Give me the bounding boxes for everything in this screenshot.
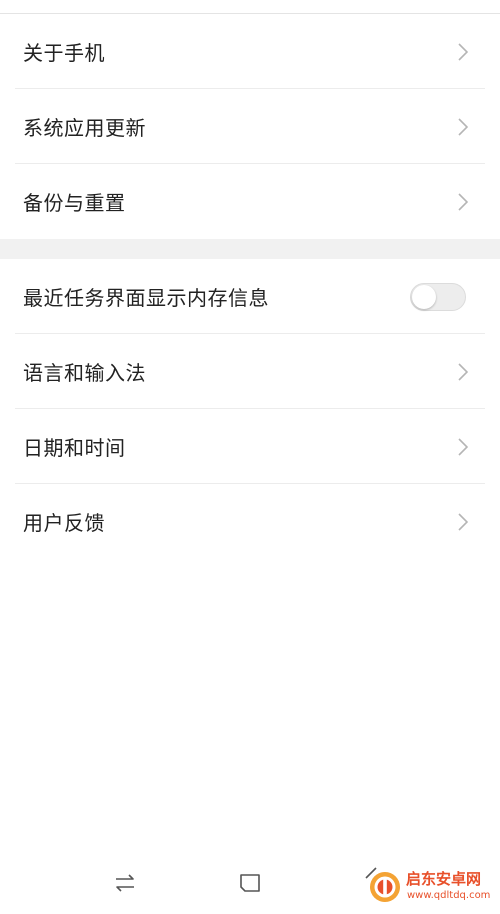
settings-item-language-input[interactable]: 语言和输入法 bbox=[0, 334, 500, 409]
chevron-right-icon bbox=[458, 42, 468, 61]
settings-item-date-time[interactable]: 日期和时间 bbox=[0, 409, 500, 484]
settings-group-system: 最近任务界面显示内存信息 语言和输入法 日期和时间 用户反馈 bbox=[0, 259, 500, 559]
home-icon[interactable] bbox=[237, 870, 263, 896]
settings-item-label: 备份与重置 bbox=[23, 191, 126, 215]
settings-item-user-feedback[interactable]: 用户反馈 bbox=[0, 484, 500, 559]
chevron-right-icon bbox=[458, 192, 468, 211]
watermark-title: 启东安卓网 bbox=[406, 870, 482, 888]
settings-item-label: 关于手机 bbox=[23, 41, 105, 65]
settings-group-device: 关于手机 系统应用更新 备份与重置 bbox=[0, 14, 500, 239]
settings-item-show-memory-info[interactable]: 最近任务界面显示内存信息 bbox=[0, 259, 500, 334]
watermark: 启东安卓网 www.qdltdq.com bbox=[368, 866, 496, 908]
settings-item-label: 语言和输入法 bbox=[23, 361, 146, 385]
settings-item-label: 用户反馈 bbox=[23, 511, 105, 535]
settings-item-system-app-update[interactable]: 系统应用更新 bbox=[0, 89, 500, 164]
settings-item-label: 系统应用更新 bbox=[23, 116, 146, 140]
chevron-right-icon bbox=[458, 362, 468, 381]
settings-item-backup-reset[interactable]: 备份与重置 bbox=[0, 164, 500, 239]
chevron-right-icon bbox=[458, 117, 468, 136]
watermark-logo-icon bbox=[370, 872, 400, 902]
chevron-right-icon bbox=[458, 512, 468, 531]
toggle-knob bbox=[412, 284, 436, 309]
settings-item-label: 最近任务界面显示内存信息 bbox=[23, 286, 269, 310]
switch-apps-icon[interactable] bbox=[112, 870, 138, 896]
memory-info-toggle[interactable] bbox=[410, 282, 466, 311]
settings-item-label: 日期和时间 bbox=[23, 436, 126, 460]
settings-item-about-phone[interactable]: 关于手机 bbox=[0, 14, 500, 89]
chevron-right-icon bbox=[458, 437, 468, 456]
section-separator bbox=[0, 239, 500, 259]
watermark-url: www.qdltdq.com bbox=[407, 890, 491, 901]
